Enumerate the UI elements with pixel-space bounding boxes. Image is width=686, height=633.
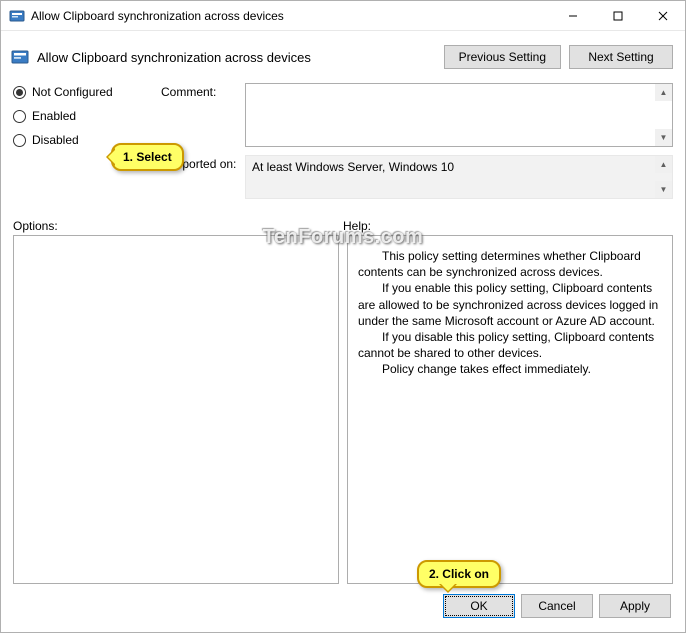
scroll-down-icon[interactable]: ▼ [655, 129, 672, 146]
annotation-callout-2: 2. Click on [417, 560, 501, 588]
apply-button[interactable]: Apply [599, 594, 671, 618]
radio-label: Disabled [32, 133, 79, 147]
options-label: Options: [13, 219, 343, 233]
close-button[interactable] [640, 1, 685, 30]
comment-row: Comment: ▲ ▼ [161, 83, 673, 147]
panel-labels: Options: Help: [13, 219, 673, 233]
footer-buttons: OK Cancel Apply [15, 594, 671, 618]
supported-row: Supported on: At least Windows Server, W… [161, 155, 673, 199]
titlebar: Allow Clipboard synchronization across d… [1, 1, 685, 31]
window-controls [550, 1, 685, 30]
nav-buttons: Previous Setting Next Setting [444, 45, 673, 69]
previous-setting-button[interactable]: Previous Setting [444, 45, 561, 69]
panels-row: This policy setting determines whether C… [13, 235, 673, 584]
help-panel: This policy setting determines whether C… [347, 235, 673, 584]
scroll-arrows: ▲ ▼ [655, 84, 672, 146]
help-paragraph: If you disable this policy setting, Clip… [358, 329, 662, 361]
scroll-up-icon[interactable]: ▲ [655, 84, 672, 101]
options-panel [13, 235, 339, 584]
supported-display: At least Windows Server, Windows 10 ▲ ▼ [245, 155, 673, 199]
radio-label: Enabled [32, 109, 76, 123]
policy-title: Allow Clipboard synchronization across d… [37, 50, 444, 65]
help-paragraph: This policy setting determines whether C… [358, 248, 662, 280]
app-icon [9, 8, 25, 24]
comment-textarea[interactable]: ▲ ▼ [245, 83, 673, 147]
dialog-window: Allow Clipboard synchronization across d… [0, 0, 686, 633]
dialog-content: Allow Clipboard synchronization across d… [1, 31, 685, 632]
window-title: Allow Clipboard synchronization across d… [31, 9, 550, 23]
header-row: Allow Clipboard synchronization across d… [11, 45, 677, 69]
radio-label: Not Configured [32, 85, 113, 99]
radio-not-configured[interactable]: Not Configured [13, 85, 161, 99]
maximize-button[interactable] [595, 1, 640, 30]
next-setting-button[interactable]: Next Setting [569, 45, 673, 69]
comment-label: Comment: [161, 83, 245, 99]
fields-col: Comment: ▲ ▼ Supported on: At least Wind… [161, 83, 673, 207]
radio-circle-icon [13, 134, 26, 147]
radio-circle-icon [13, 110, 26, 123]
annotation-callout-1: 1. Select [111, 143, 184, 171]
config-row: Not Configured Enabled Disabled Comment:… [13, 83, 673, 207]
help-paragraph: If you enable this policy setting, Clipb… [358, 280, 662, 329]
scroll-up-icon[interactable]: ▲ [655, 156, 672, 173]
cancel-button[interactable]: Cancel [521, 594, 593, 618]
scroll-down-icon[interactable]: ▼ [655, 181, 672, 198]
help-paragraph: Policy change takes effect immediately. [358, 361, 662, 377]
policy-icon [11, 48, 29, 66]
scroll-arrows: ▲ ▼ [655, 156, 672, 198]
supported-value: At least Windows Server, Windows 10 [252, 160, 454, 174]
radio-enabled[interactable]: Enabled [13, 109, 161, 123]
minimize-button[interactable] [550, 1, 595, 30]
radio-circle-icon [13, 86, 26, 99]
help-label: Help: [343, 219, 371, 233]
